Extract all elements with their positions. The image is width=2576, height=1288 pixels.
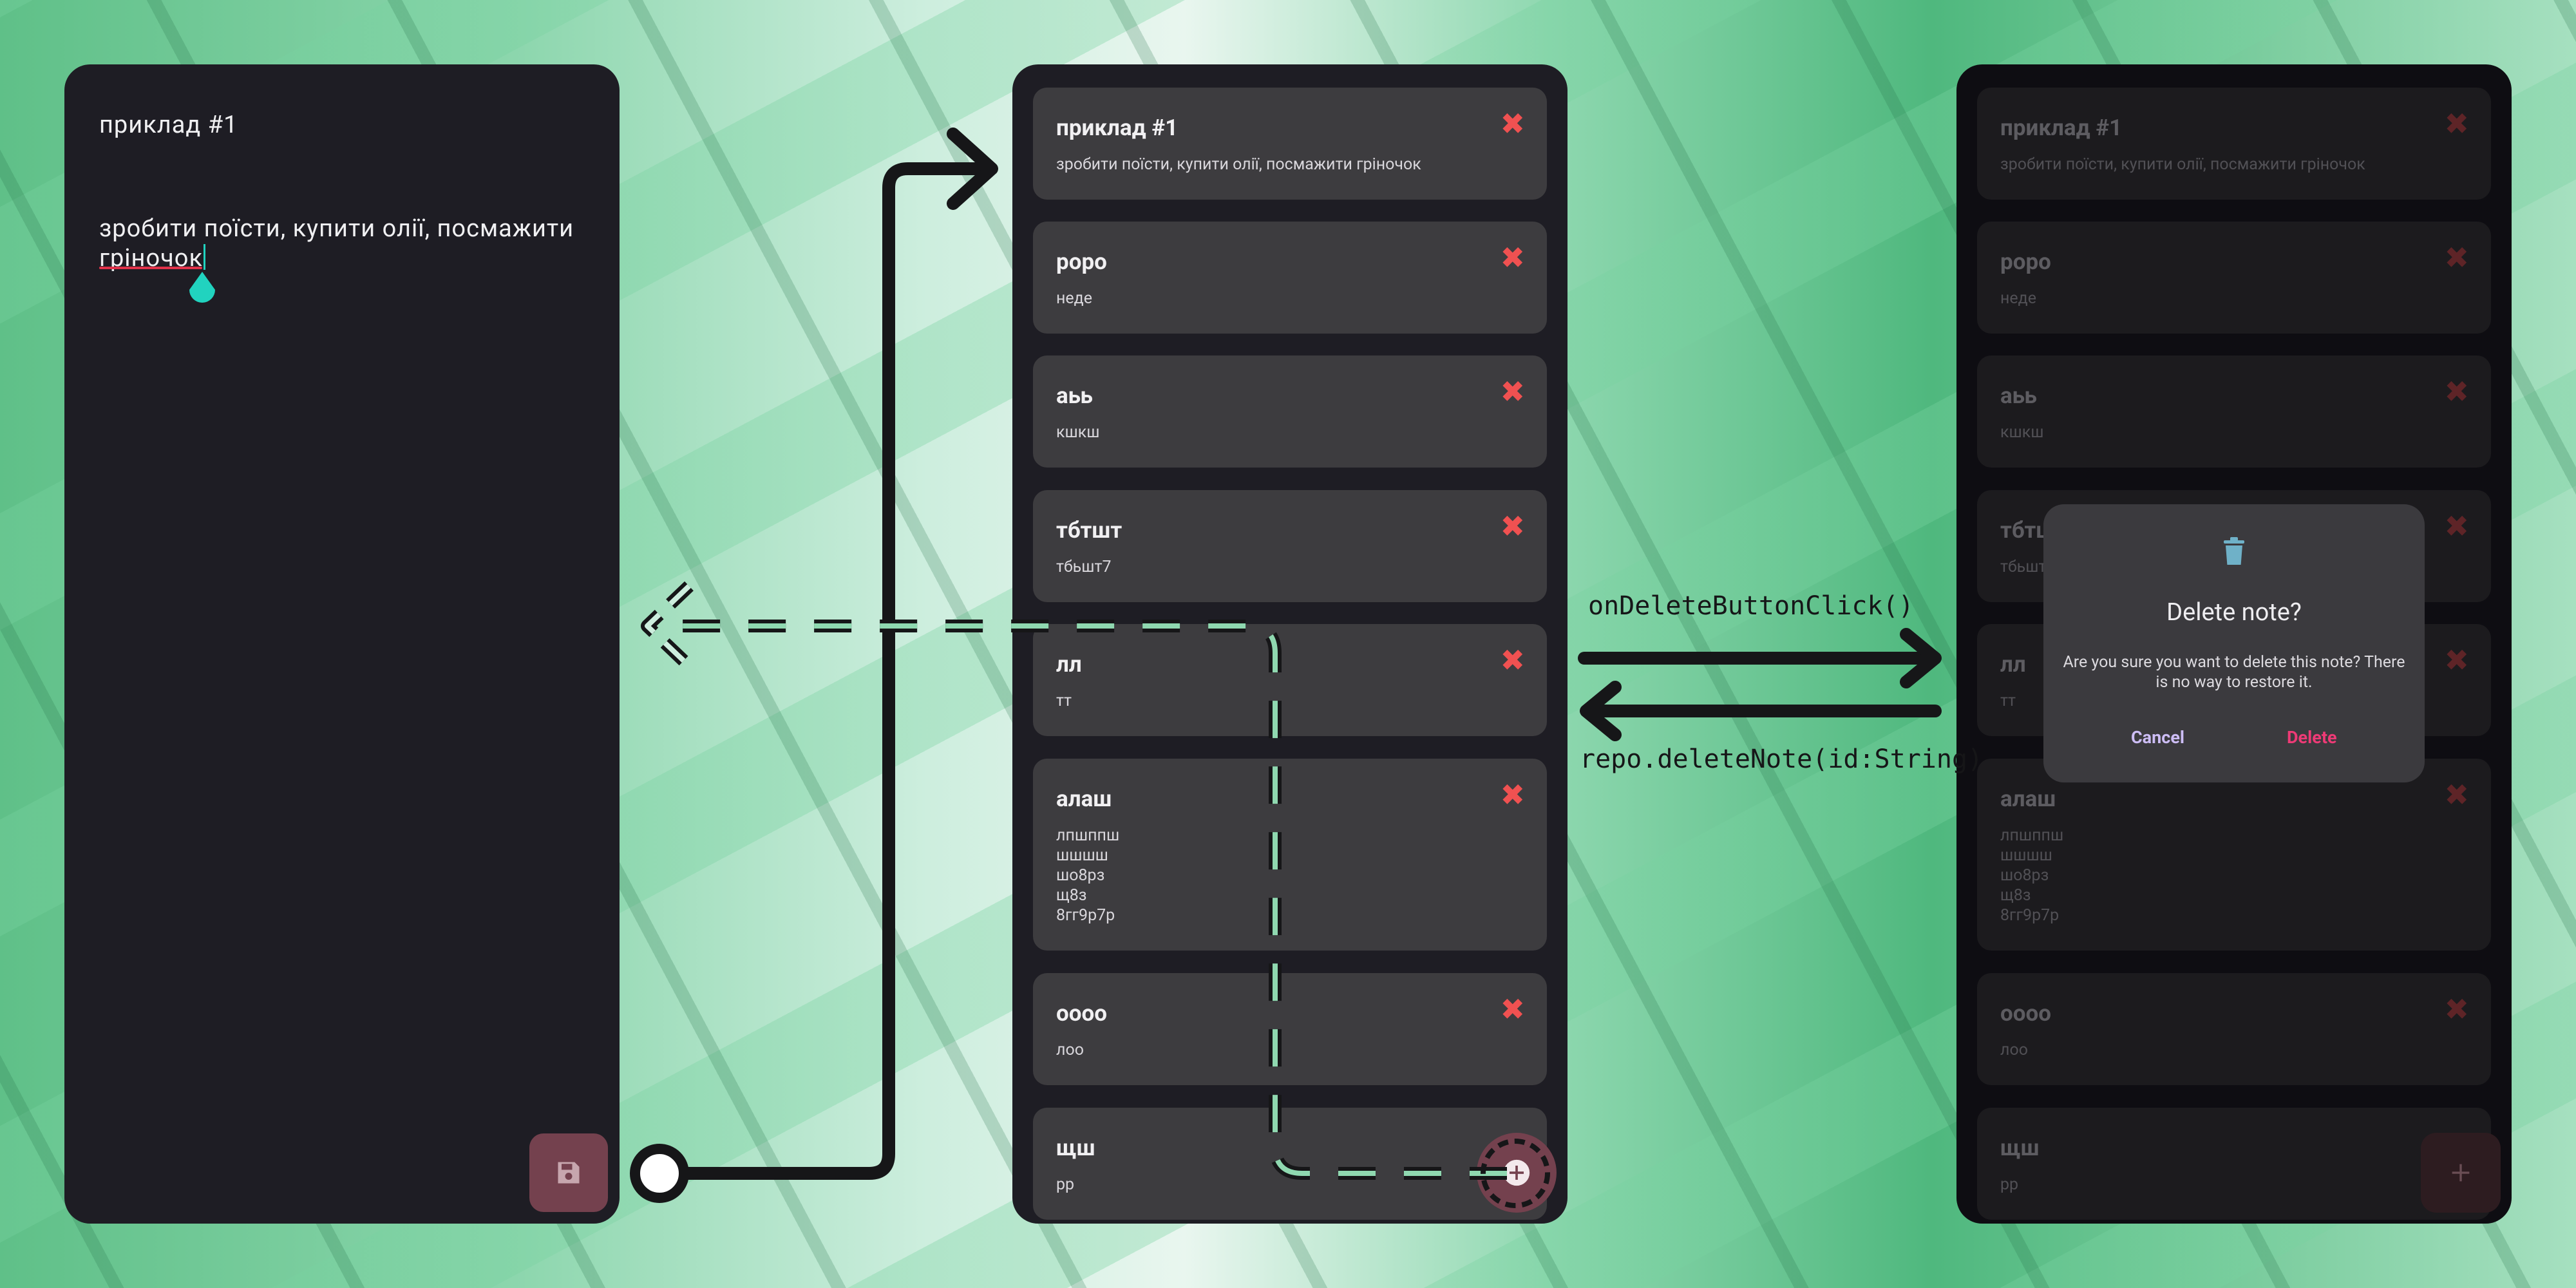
save-flow-origin	[630, 1144, 689, 1203]
return-call-label: repo.deleteNote(id:String)	[1580, 744, 1984, 774]
add-flow-line-inner	[647, 623, 1507, 1176]
flow-annotations	[630, 128, 1942, 1208]
add-flow-line	[647, 620, 1507, 1180]
save-flow-line	[675, 162, 995, 1180]
forward-call-label: onDeleteButtonClick()	[1588, 591, 1914, 621]
